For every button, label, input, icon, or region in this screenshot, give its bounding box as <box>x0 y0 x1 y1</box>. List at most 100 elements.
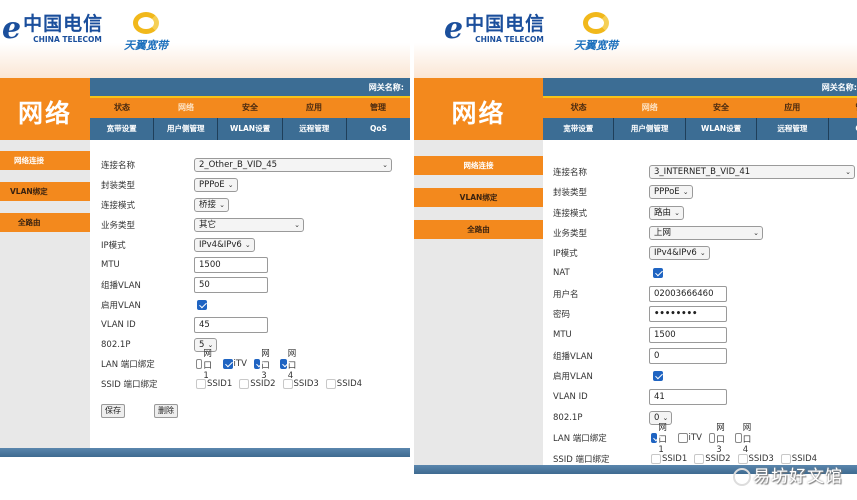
main-nav-apps[interactable]: 应用 <box>757 98 828 118</box>
lan1-checkbox[interactable] <box>196 359 203 369</box>
main-nav-security[interactable]: 安全 <box>218 98 282 118</box>
ssid4-checkbox[interactable] <box>325 379 336 389</box>
sidebar-item-full-route[interactable]: 全路由 <box>414 220 543 239</box>
watermark: 易坊好文馆 <box>733 462 843 487</box>
lan1-checkbox[interactable] <box>651 433 658 443</box>
vlan-id-label: VLAN ID <box>553 392 588 402</box>
main-nav-network[interactable]: 网络 <box>614 98 685 118</box>
nat-checkbox[interactable] <box>653 268 663 278</box>
sidebar-item-vlan-binding[interactable]: VLAN绑定 <box>414 188 543 207</box>
header: e 中国电信 CHINA TELECOM 天翼宽带 <box>0 0 410 78</box>
username-input[interactable]: 02003666460 <box>649 286 727 302</box>
lan3-label: 网口3 <box>261 349 270 381</box>
multicast-vlan-label: 组播VLAN <box>553 352 593 362</box>
main-nav-network[interactable]: 网络 <box>154 98 218 118</box>
dot1p-label: 802.1P <box>553 413 583 423</box>
sub-nav-remote[interactable]: 远程管理 <box>283 118 347 140</box>
ssid1-checkbox[interactable] <box>196 379 206 389</box>
itv-checkbox[interactable] <box>677 433 688 443</box>
service-type-select[interactable]: 上网 ⌄ <box>649 226 763 240</box>
row-conn-mode: 连接模式 桥接 ⌄ <box>90 197 230 213</box>
password-input[interactable]: •••••••• <box>649 306 727 322</box>
sidebar-item-vlan-binding[interactable]: VLAN绑定 <box>0 182 90 201</box>
sub-nav-qos[interactable]: QoS <box>829 118 857 140</box>
sub-nav-wlan[interactable]: WLAN设置 <box>686 118 758 140</box>
chevron-down-icon: ⌄ <box>244 241 251 249</box>
mtu-label: MTU <box>101 260 120 270</box>
row-dot1p: 802.1P 5 ⌄ <box>90 337 218 353</box>
conn-mode-select[interactable]: 路由 ⌄ <box>649 206 685 220</box>
main-nav-status[interactable]: 状态 <box>543 98 614 118</box>
section-title: 网络 <box>414 78 543 146</box>
sub-nav-user-side[interactable]: 用户侧管理 <box>614 118 686 140</box>
lan3-checkbox[interactable] <box>708 433 716 443</box>
row-encap: 封装类型 PPPoE ⌄ <box>543 184 693 200</box>
main-nav-manage[interactable]: 管理 <box>346 98 410 118</box>
row-ip-mode: IP模式 IPv4&IPv6 ⌄ <box>543 245 710 261</box>
sub-nav-qos[interactable]: QoS <box>347 118 410 140</box>
lan-bind-group: 网口1 iTV 网口3 网口4 <box>651 421 759 455</box>
ssid2-checkbox[interactable] <box>694 454 705 464</box>
itv-checkbox[interactable] <box>222 359 233 369</box>
main-nav-status[interactable]: 状态 <box>90 98 154 118</box>
connection-name-value: 2_Other_B_VID_45 <box>199 160 278 170</box>
row-connection-name: 连接名称 2_Other_B_VID_45 ⌄ <box>90 157 392 173</box>
lan4-checkbox[interactable] <box>280 359 287 369</box>
sub-nav-broadband[interactable]: 宽带设置 <box>543 118 615 140</box>
enable-vlan-checkbox[interactable] <box>197 300 207 310</box>
save-button[interactable]: 保存 <box>101 404 125 418</box>
ip-mode-select[interactable]: IPv4&IPv6 ⌄ <box>194 238 255 252</box>
ssid2-checkbox[interactable] <box>239 379 250 389</box>
row-encap: 封装类型 PPPoE ⌄ <box>90 177 238 193</box>
connection-name-select[interactable]: 2_Other_B_VID_45 ⌄ <box>194 158 392 172</box>
sidebar-item-network-connection[interactable]: 网络连接 <box>414 156 543 175</box>
service-type-select[interactable]: 其它 ⌄ <box>194 218 304 232</box>
multicast-vlan-input[interactable]: 0 <box>649 348 727 364</box>
multicast-vlan-input[interactable]: 50 <box>194 277 268 293</box>
encap-select[interactable]: PPPoE ⌄ <box>194 178 238 192</box>
lan4-label: 网口4 <box>742 423 752 455</box>
row-service-type: 业务类型 上网 ⌄ <box>543 225 763 241</box>
lan3-checkbox[interactable] <box>253 359 261 369</box>
ssid3-checkbox[interactable] <box>282 379 293 389</box>
chevron-down-icon: ⌄ <box>674 209 681 217</box>
conn-mode-select[interactable]: 桥接 ⌄ <box>194 198 230 212</box>
delete-button[interactable]: 删除 <box>154 404 178 418</box>
router-page-left: e 中国电信 CHINA TELECOM 天翼宽带 网络 网关名称: 状态 网络… <box>0 0 410 500</box>
lan4-label: 网口4 <box>287 349 297 381</box>
connection-name-select[interactable]: 3_INTERNET_B_VID_41 ⌄ <box>649 165 855 179</box>
conn-mode-value: 桥接 <box>199 200 217 210</box>
ip-mode-value: IPv4&IPv6 <box>654 248 697 258</box>
tianyi-swirl-icon <box>583 12 609 34</box>
telecom-name-cn: 中国电信 <box>23 13 104 35</box>
main-nav-apps[interactable]: 应用 <box>282 98 346 118</box>
vlan-id-input[interactable]: 41 <box>649 389 727 405</box>
row-dot1p: 802.1P 0 ⌄ <box>543 410 673 426</box>
ssid1-label: SSID1 <box>662 454 688 464</box>
main-nav-manage[interactable]: 管理 <box>828 98 857 118</box>
ip-mode-select[interactable]: IPv4&IPv6 ⌄ <box>649 246 710 260</box>
tianyi-text: 天翼宽带 <box>574 39 618 52</box>
lan4-checkbox[interactable] <box>735 433 742 443</box>
mtu-input[interactable]: 1500 <box>194 257 268 273</box>
encap-select[interactable]: PPPoE ⌄ <box>649 185 693 199</box>
chevron-down-icon: ⌄ <box>753 229 759 237</box>
enable-vlan-checkbox[interactable] <box>653 371 663 381</box>
sidebar-item-full-route[interactable]: 全路由 <box>0 213 90 232</box>
ssid1-checkbox[interactable] <box>651 454 661 464</box>
sub-nav-broadband[interactable]: 宽带设置 <box>90 118 155 140</box>
sub-nav-user-side[interactable]: 用户侧管理 <box>154 118 219 140</box>
chevron-down-icon: ⌄ <box>845 168 851 176</box>
main-nav-security[interactable]: 安全 <box>685 98 756 118</box>
telecom-e-icon: e <box>444 11 464 46</box>
mtu-input[interactable]: 1500 <box>649 327 727 343</box>
connection-name-label: 连接名称 <box>101 161 136 171</box>
row-ip-mode: IP模式 IPv4&IPv6 ⌄ <box>90 237 255 253</box>
lan1-label: 网口1 <box>203 349 212 381</box>
multicast-vlan-label: 组播VLAN <box>101 281 141 291</box>
tianyi-broadband-logo: 天翼宽带 <box>124 12 168 53</box>
vlan-id-input[interactable]: 45 <box>194 317 268 333</box>
sub-nav-remote[interactable]: 远程管理 <box>757 118 829 140</box>
sidebar-item-network-connection[interactable]: 网络连接 <box>0 151 90 170</box>
sub-nav-wlan[interactable]: WLAN设置 <box>218 118 283 140</box>
